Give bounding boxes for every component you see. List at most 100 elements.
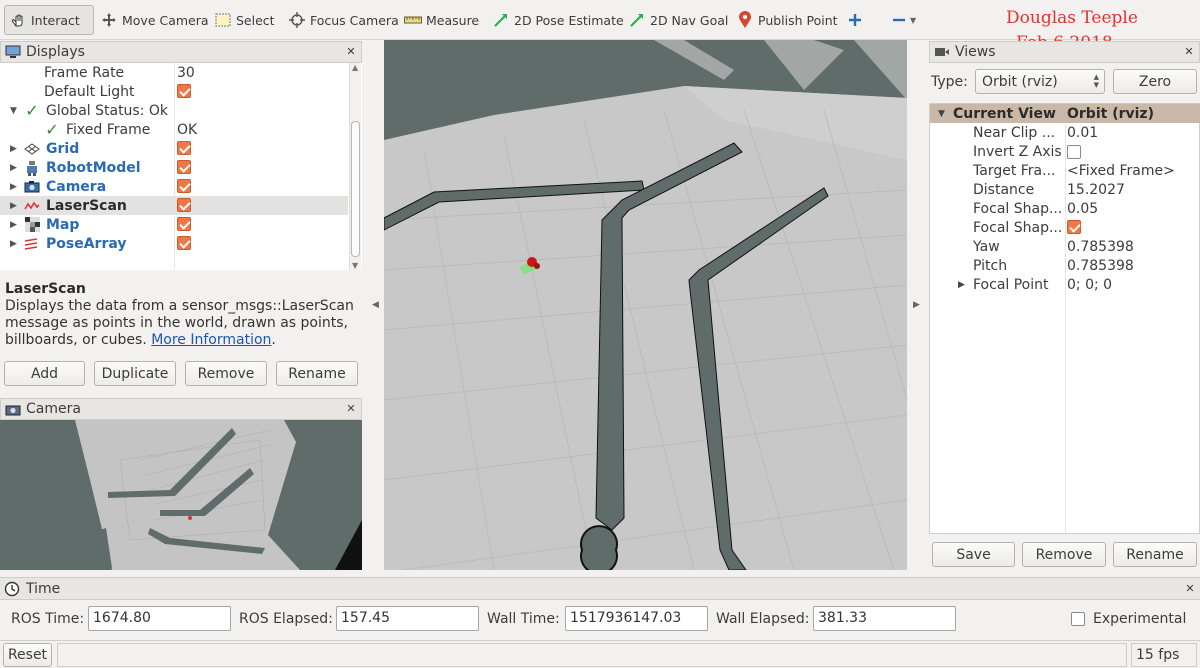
remove-display-button[interactable]: Remove (185, 361, 267, 386)
views-panel-title: Views ✕ (929, 41, 1200, 63)
view-row-near-clip[interactable]: Near Clip ... 0.01 (930, 123, 1200, 142)
rename-display-button[interactable]: Rename (276, 361, 358, 386)
close-displays-button[interactable]: ✕ (345, 46, 357, 58)
view-row-target-frame[interactable]: Target Fra... <Fixed Frame> (930, 161, 1200, 180)
interact-label: Interact (31, 12, 80, 28)
grid-checkbox[interactable] (177, 141, 191, 159)
view-row-focal-point[interactable]: ▶ Focal Point 0; 0; 0 (930, 275, 1200, 294)
row-name: Frame Rate (44, 64, 125, 81)
collapse-left-arrow-icon[interactable]: ◀ (372, 300, 379, 310)
collapse-right-arrow-icon[interactable]: ▶ (913, 300, 920, 310)
move-camera-tool[interactable]: Move Camera (96, 5, 213, 35)
rename-view-button[interactable]: Rename (1113, 542, 1197, 567)
more-information-link[interactable]: More Information (151, 332, 271, 348)
tree-row-frame-rate[interactable]: Frame Rate 30 (0, 63, 348, 82)
tree-row-fixed-frame[interactable]: ✓ Fixed Frame OK (0, 120, 348, 139)
row-name: RobotModel (46, 159, 141, 176)
current-view-row[interactable]: ▼ Current View Orbit (rviz) (930, 104, 1200, 123)
displays-panel-title: Displays ✕ (0, 41, 362, 63)
select-tool[interactable]: Select (210, 5, 279, 35)
ros-elapsed-field[interactable]: 157.45 (336, 606, 479, 631)
expanded-arrow-icon[interactable]: ▼ (938, 109, 945, 119)
remove-tool-button[interactable]: ▼ (886, 5, 920, 35)
robotmodel-checkbox[interactable] (177, 160, 191, 178)
nav-goal-tool[interactable]: 2D Nav Goal (624, 5, 732, 35)
tree-row-posearray[interactable]: ▶ PoseArray (0, 234, 348, 253)
move-camera-label: Move Camera (122, 12, 209, 28)
close-time-button[interactable]: ✕ (1184, 583, 1196, 595)
row-value[interactable]: 0.01 (1067, 125, 1098, 141)
close-views-button[interactable]: ✕ (1183, 46, 1195, 58)
close-camera-button[interactable]: ✕ (345, 403, 357, 415)
view-row-focal-shape-fixed[interactable]: Focal Shap... (930, 218, 1200, 237)
collapsed-arrow-icon[interactable]: ▶ (10, 239, 20, 249)
current-view-name: Current View (953, 105, 1056, 122)
add-tool-button[interactable] (842, 5, 872, 35)
row-value[interactable]: 0.785398 (1067, 239, 1134, 255)
3d-render-view[interactable] (384, 40, 907, 570)
time-panel: Time ✕ ROS Time: 1674.80 ROS Elapsed: 15… (0, 577, 1200, 637)
collapsed-arrow-icon[interactable]: ▶ (10, 201, 20, 211)
ros-time-field[interactable]: 1674.80 (88, 606, 231, 631)
row-name: Default Light (44, 83, 135, 100)
map-checkbox[interactable] (177, 217, 191, 235)
experimental-label: Experimental (1093, 611, 1187, 627)
displays-scrollbar[interactable]: ▲ ▼ (349, 63, 361, 270)
default-light-checkbox[interactable] (177, 84, 191, 102)
reset-button[interactable]: Reset (3, 643, 52, 667)
measure-tool[interactable]: Measure (400, 5, 483, 35)
tree-row-camera[interactable]: ▶ Camera (0, 177, 348, 196)
tree-row-robotmodel[interactable]: ▶ RobotModel (0, 158, 348, 177)
view-row-invert-z[interactable]: Invert Z Axis (930, 142, 1200, 161)
view-row-focal-shape-size[interactable]: Focal Shap... 0.05 (930, 199, 1200, 218)
row-value[interactable]: 15.2027 (1067, 182, 1125, 198)
ros-time-label: ROS Time: (11, 611, 85, 627)
posearray-checkbox[interactable] (177, 236, 191, 254)
collapsed-arrow-icon[interactable]: ▶ (10, 220, 20, 230)
collapsed-arrow-icon[interactable]: ▶ (958, 280, 965, 290)
row-value[interactable]: 0.05 (1067, 201, 1098, 217)
tree-row-default-light[interactable]: Default Light (0, 82, 348, 101)
focal-shape-checkbox[interactable] (1067, 220, 1081, 238)
scrollbar-thumb[interactable] (351, 121, 360, 257)
collapsed-arrow-icon[interactable]: ▶ (10, 144, 20, 154)
camera-checkbox[interactable] (177, 179, 191, 197)
experimental-checkbox[interactable] (1071, 612, 1085, 630)
row-name: Yaw (973, 238, 1000, 255)
tree-row-map[interactable]: ▶ Map (0, 215, 348, 234)
wall-time-field[interactable]: 1517936147.03 (565, 606, 708, 631)
row-value[interactable]: 30 (177, 65, 195, 81)
publish-point-tool[interactable]: Publish Point (732, 5, 842, 35)
duplicate-display-button[interactable]: Duplicate (94, 361, 176, 386)
pose-estimate-tool[interactable]: 2D Pose Estimate (488, 5, 628, 35)
wall-elapsed-field[interactable]: 381.33 (813, 606, 956, 631)
view-row-pitch[interactable]: Pitch 0.785398 (930, 256, 1200, 275)
row-value[interactable]: <Fixed Frame> (1067, 163, 1175, 179)
collapsed-arrow-icon[interactable]: ▶ (10, 163, 20, 173)
row-name: Map (46, 216, 80, 233)
tree-row-grid[interactable]: ▶ Grid (0, 139, 348, 158)
interact-tool[interactable]: Interact (4, 5, 94, 35)
scroll-up-icon[interactable]: ▲ (352, 63, 358, 72)
row-value[interactable]: 0; 0; 0 (1067, 277, 1112, 293)
row-value: OK (177, 121, 198, 138)
view-type-select[interactable]: Orbit (rviz) ▲ ▼ (975, 69, 1105, 94)
remove-view-button[interactable]: Remove (1022, 542, 1106, 567)
zero-view-button[interactable]: Zero (1113, 69, 1197, 94)
camera-view[interactable] (0, 420, 362, 570)
laserscan-checkbox[interactable] (177, 198, 191, 216)
row-name: Distance (973, 181, 1035, 198)
pose-estimate-label: 2D Pose Estimate (514, 12, 624, 28)
collapsed-arrow-icon[interactable]: ▶ (10, 182, 20, 192)
expanded-arrow-icon[interactable]: ▼ (10, 106, 20, 116)
add-display-button[interactable]: Add (4, 361, 85, 386)
save-view-button[interactable]: Save (932, 542, 1015, 567)
camera-icon (24, 179, 40, 195)
tree-row-laserscan[interactable]: ▶ LaserScan (0, 196, 348, 215)
row-value[interactable]: 0.785398 (1067, 258, 1134, 274)
view-row-yaw[interactable]: Yaw 0.785398 (930, 237, 1200, 256)
focus-camera-tool[interactable]: Focus Camera (284, 5, 403, 35)
tree-row-global-status[interactable]: ▼ ✓ Global Status: Ok (0, 101, 348, 120)
view-row-distance[interactable]: Distance 15.2027 (930, 180, 1200, 199)
scroll-down-icon[interactable]: ▼ (352, 261, 358, 270)
